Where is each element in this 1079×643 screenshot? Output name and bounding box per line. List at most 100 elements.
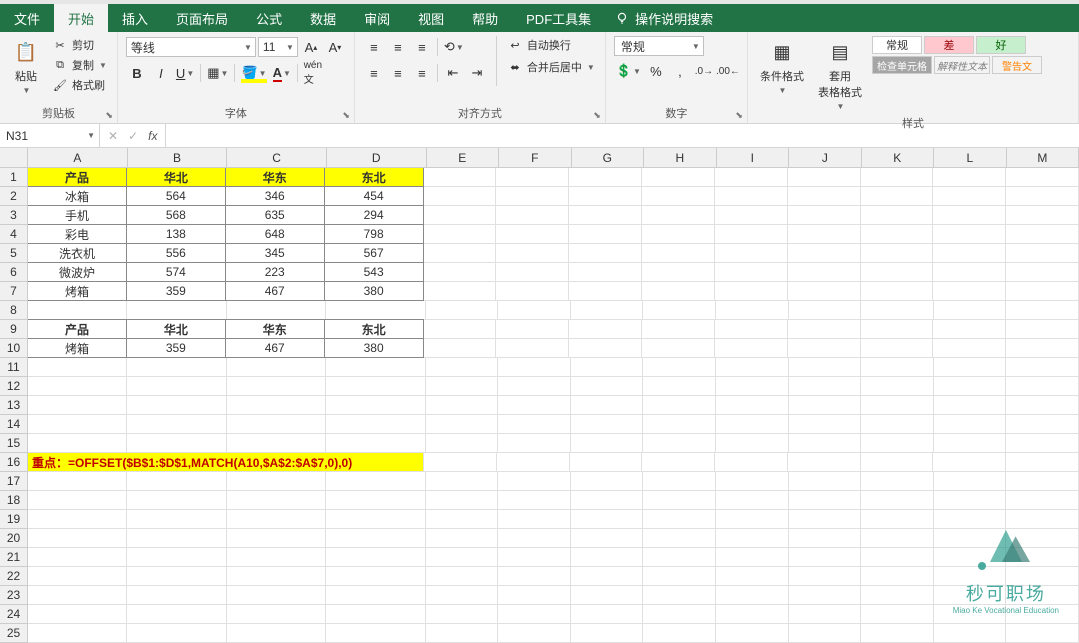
cell-M20[interactable]	[1006, 529, 1079, 548]
cell-I21[interactable]	[716, 548, 789, 567]
cell-B9[interactable]: 华北	[126, 319, 226, 339]
cell-M1[interactable]	[1006, 168, 1079, 187]
cell-D6[interactable]: 543	[324, 262, 424, 282]
cell-L21[interactable]	[934, 548, 1007, 567]
row-header-4[interactable]: 4	[0, 225, 28, 244]
cell-E20[interactable]	[426, 529, 499, 548]
cell-J19[interactable]	[789, 510, 862, 529]
cell-F16[interactable]	[497, 453, 570, 472]
cell-M24[interactable]	[1006, 605, 1079, 624]
cell-C24[interactable]	[227, 605, 326, 624]
cell-G6[interactable]	[569, 263, 642, 282]
bold-button[interactable]: B	[126, 62, 148, 84]
cell-B22[interactable]	[127, 567, 226, 586]
style-warn[interactable]: 警告文	[992, 56, 1042, 74]
cell-M23[interactable]	[1006, 586, 1079, 605]
cell-F15[interactable]	[498, 434, 571, 453]
cell-D15[interactable]	[326, 434, 425, 453]
col-header-K[interactable]: K	[862, 148, 935, 168]
cell-K13[interactable]	[861, 396, 934, 415]
cell-D21[interactable]	[326, 548, 425, 567]
cell-G18[interactable]	[571, 491, 644, 510]
cell-L11[interactable]	[934, 358, 1007, 377]
cell-I20[interactable]	[716, 529, 789, 548]
cell-B18[interactable]	[127, 491, 226, 510]
cell-I8[interactable]	[716, 301, 789, 320]
tell-me-search[interactable]: 操作说明搜索	[615, 4, 713, 32]
cell-B5[interactable]: 556	[126, 243, 226, 263]
row-header-12[interactable]: 12	[0, 377, 28, 396]
cell-E19[interactable]	[426, 510, 499, 529]
cell-A3[interactable]: 手机	[27, 205, 127, 225]
cell-M25[interactable]	[1006, 624, 1079, 643]
enter-formula-icon[interactable]: ✓	[128, 129, 138, 143]
align-left-button[interactable]: ≡	[363, 62, 385, 84]
cell-J11[interactable]	[789, 358, 862, 377]
style-check[interactable]: 检查单元格	[872, 56, 932, 74]
row-header-15[interactable]: 15	[0, 434, 28, 453]
cell-B12[interactable]	[127, 377, 226, 396]
cell-I3[interactable]	[715, 206, 788, 225]
align-center-button[interactable]: ≡	[387, 62, 409, 84]
cell-H24[interactable]	[643, 605, 716, 624]
cell-F10[interactable]	[496, 339, 569, 358]
font-size-select[interactable]: 11▼	[258, 37, 298, 57]
cell-C8[interactable]	[227, 301, 326, 320]
cell-G5[interactable]	[569, 244, 642, 263]
cell-G17[interactable]	[571, 472, 644, 491]
cell-M4[interactable]	[1006, 225, 1079, 244]
cell-E9[interactable]	[424, 320, 497, 339]
cell-B21[interactable]	[127, 548, 226, 567]
row-header-10[interactable]: 10	[0, 339, 28, 358]
cell-L10[interactable]	[933, 339, 1006, 358]
cell-B25[interactable]	[127, 624, 226, 643]
row-header-1[interactable]: 1	[0, 168, 28, 187]
cell-J9[interactable]	[788, 320, 861, 339]
row-header-20[interactable]: 20	[0, 529, 28, 548]
cell-J15[interactable]	[789, 434, 862, 453]
cell-F6[interactable]	[496, 263, 569, 282]
cell-J17[interactable]	[789, 472, 862, 491]
cell-C12[interactable]	[227, 377, 326, 396]
cell-E15[interactable]	[426, 434, 499, 453]
cell-E23[interactable]	[426, 586, 499, 605]
cell-F18[interactable]	[498, 491, 571, 510]
format-painter-button[interactable]: 🖌格式刷	[50, 76, 109, 94]
cell-M19[interactable]	[1006, 510, 1079, 529]
cell-B13[interactable]	[127, 396, 226, 415]
row-header-6[interactable]: 6	[0, 263, 28, 282]
alignment-launcher[interactable]: ⬊	[593, 110, 601, 121]
cell-C1[interactable]: 华东	[225, 167, 325, 187]
cell-G8[interactable]	[571, 301, 644, 320]
cell-D20[interactable]	[326, 529, 425, 548]
tab-view[interactable]: 视图	[404, 4, 458, 32]
col-header-E[interactable]: E	[427, 148, 500, 168]
cell-F20[interactable]	[498, 529, 571, 548]
col-header-M[interactable]: M	[1007, 148, 1079, 168]
cell-L5[interactable]	[933, 244, 1006, 263]
cell-C2[interactable]: 346	[225, 186, 325, 206]
cell-E8[interactable]	[426, 301, 499, 320]
cell-K11[interactable]	[861, 358, 934, 377]
style-normal[interactable]: 常规	[872, 36, 922, 54]
cell-A10[interactable]: 烤箱	[27, 338, 127, 358]
cell-D14[interactable]	[326, 415, 425, 434]
cell-K5[interactable]	[861, 244, 934, 263]
cell-K8[interactable]	[861, 301, 934, 320]
cell-H1[interactable]	[642, 168, 715, 187]
cell-D13[interactable]	[326, 396, 425, 415]
cell-F2[interactable]	[496, 187, 569, 206]
cell-G20[interactable]	[571, 529, 644, 548]
cell-F17[interactable]	[498, 472, 571, 491]
cell-F22[interactable]	[498, 567, 571, 586]
cell-K17[interactable]	[861, 472, 934, 491]
cell-F8[interactable]	[498, 301, 571, 320]
orientation-button[interactable]: ⟲▼	[442, 36, 466, 58]
cell-E6[interactable]	[424, 263, 497, 282]
row-header-8[interactable]: 8	[0, 301, 28, 320]
cell-F13[interactable]	[498, 396, 571, 415]
cell-B20[interactable]	[127, 529, 226, 548]
cell-F24[interactable]	[498, 605, 571, 624]
cell-K14[interactable]	[861, 415, 934, 434]
cell-B2[interactable]: 564	[126, 186, 226, 206]
